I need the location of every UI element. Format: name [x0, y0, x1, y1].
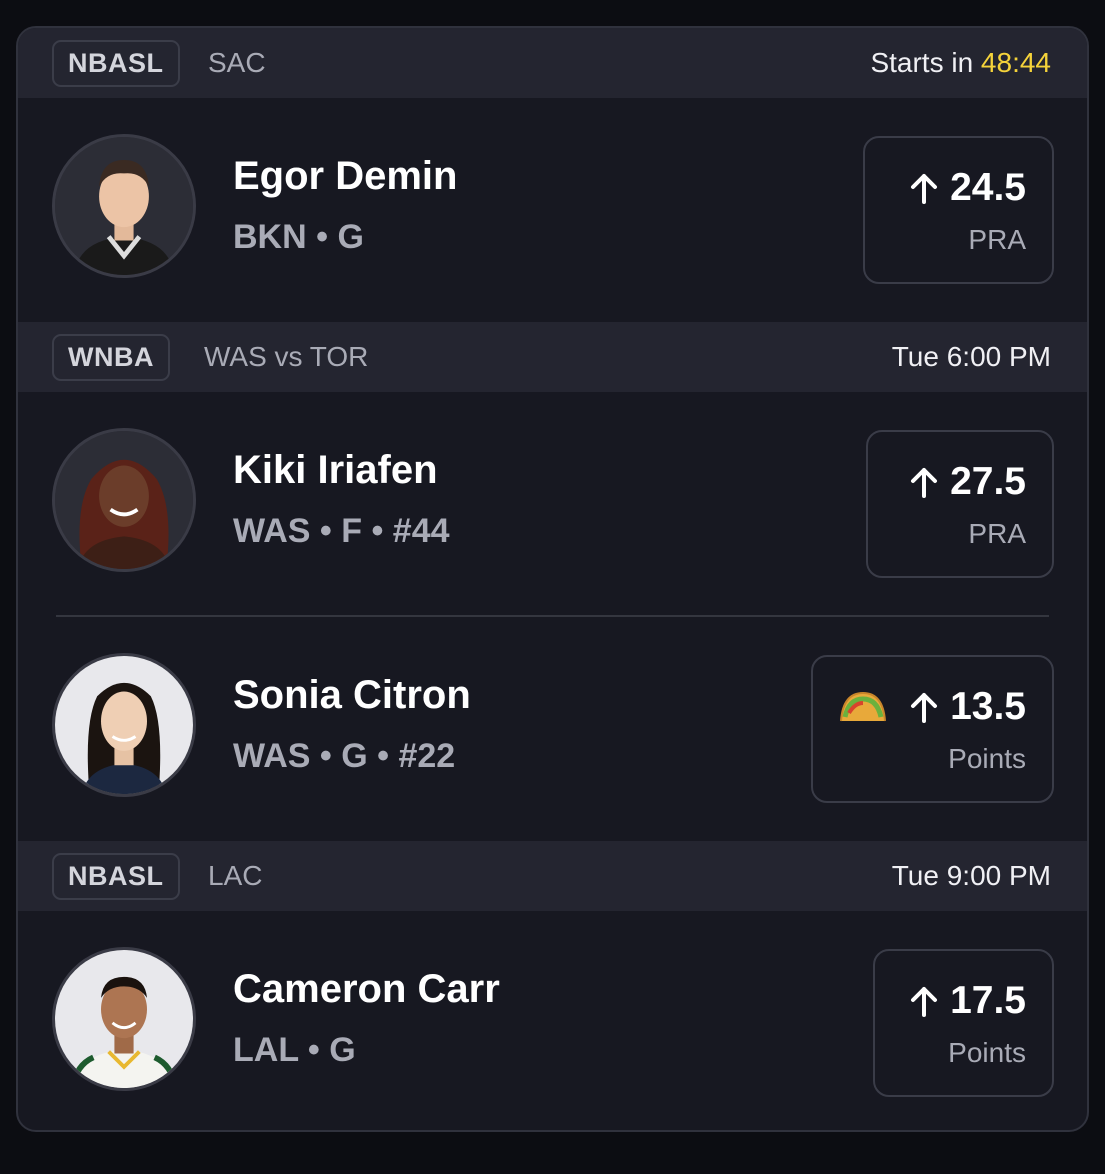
game-header-was-tor: WNBA WAS vs TOR Tue 6:00 PM	[18, 322, 1087, 392]
line-value: 13.5	[910, 685, 1026, 729]
projections-card: NBASL SAC Starts in 48:44 Egor Demin BKN…	[16, 26, 1089, 1132]
player-avatar	[52, 653, 196, 797]
arrow-up-icon	[911, 987, 938, 1017]
countdown-timer: 48:44	[980, 47, 1051, 78]
line-box-more[interactable]: 13.5 Points	[811, 655, 1054, 803]
player-headshot-icon	[55, 137, 193, 275]
game-matchup: SAC	[208, 47, 266, 78]
line-number: 13.5	[950, 685, 1026, 728]
starts-in-label: Starts in	[870, 47, 981, 78]
player-row-egor-demin[interactable]: Egor Demin BKN • G 24.5 PRA	[18, 98, 1087, 284]
line-number: 17.5	[950, 979, 1026, 1022]
line-value: 27.5	[910, 460, 1026, 504]
line-stat-type: Points	[948, 743, 1026, 774]
game-start-time: Tue 9:00 PM	[891, 860, 1051, 891]
line-box-more[interactable]: 24.5 PRA	[863, 136, 1054, 284]
player-name: Kiki Iriafen	[233, 448, 438, 492]
player-meta: BKN • G	[233, 218, 364, 256]
player-meta: WAS • F • #44	[233, 512, 450, 550]
player-headshot-icon	[55, 950, 193, 1088]
player-name: Cameron Carr	[233, 967, 500, 1011]
line-number: 27.5	[950, 460, 1026, 503]
game-header-sac: NBASL SAC Starts in 48:44	[18, 28, 1087, 98]
line-box-more[interactable]: 17.5 Points	[873, 949, 1054, 1097]
game-start-time: Starts in 48:44	[870, 28, 1051, 98]
line-number: 24.5	[950, 166, 1026, 209]
line-value: 24.5	[910, 166, 1026, 210]
line-stat-type: Points	[948, 1037, 1026, 1068]
player-meta: WAS • G • #22	[233, 737, 456, 775]
player-avatar	[52, 428, 196, 572]
player-avatar	[52, 134, 196, 278]
player-row-kiki-iriafen[interactable]: Kiki Iriafen WAS • F • #44 27.5 PRA	[18, 392, 1087, 578]
arrow-up-icon	[911, 174, 938, 204]
player-headshot-icon	[55, 431, 193, 569]
line-stat-type: PRA	[968, 518, 1026, 549]
player-headshot-icon	[55, 656, 193, 794]
league-badge: NBASL	[52, 40, 180, 87]
player-meta: LAL • G	[233, 1031, 356, 1069]
taco-icon	[840, 691, 886, 722]
arrow-up-icon	[911, 468, 938, 498]
line-stat-type: PRA	[968, 224, 1026, 255]
player-name: Sonia Citron	[233, 673, 471, 717]
player-avatar	[52, 947, 196, 1091]
arrow-up-icon	[911, 693, 938, 723]
game-start-time: Tue 6:00 PM	[891, 341, 1051, 372]
player-row-sonia-citron[interactable]: Sonia Citron WAS • G • #22 13.5 Points	[18, 617, 1087, 803]
game-matchup: LAC	[208, 860, 263, 891]
line-value: 17.5	[910, 979, 1026, 1023]
player-row-cameron-carr[interactable]: Cameron Carr LAL • G 17.5 Points	[18, 911, 1087, 1097]
player-name: Egor Demin	[233, 154, 458, 198]
game-matchup: WAS vs TOR	[204, 341, 369, 372]
league-badge: WNBA	[52, 334, 170, 381]
game-header-lac: NBASL LAC Tue 9:00 PM	[18, 841, 1087, 911]
line-box-more[interactable]: 27.5 PRA	[866, 430, 1054, 578]
league-badge: NBASL	[52, 853, 180, 900]
